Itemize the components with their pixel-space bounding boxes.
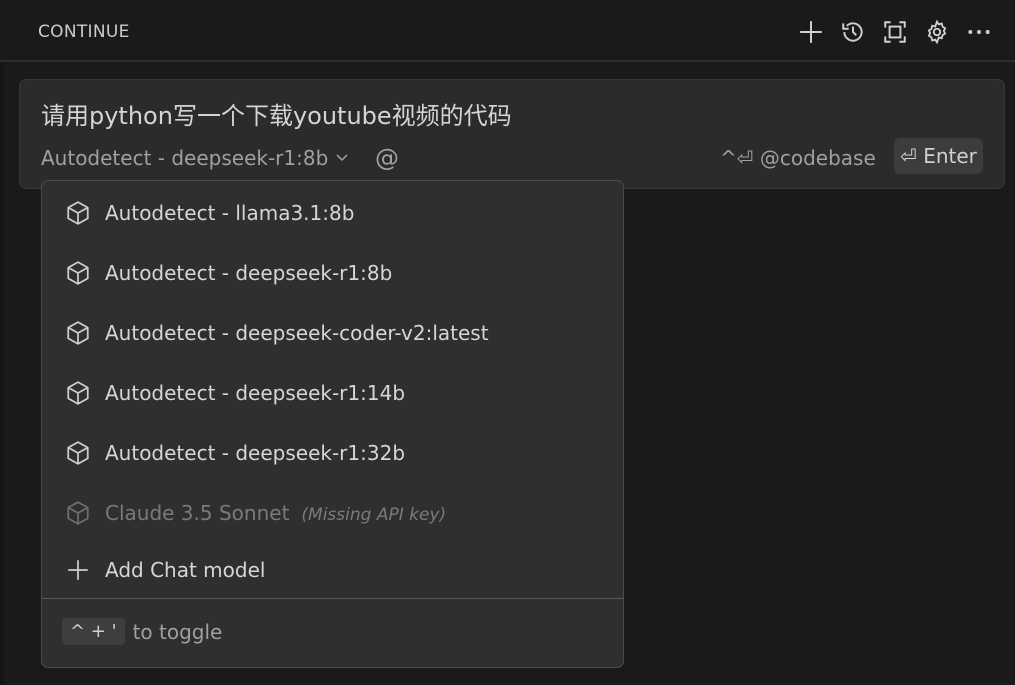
panel-title: CONTINUE	[38, 22, 130, 42]
model-option[interactable]: Autodetect - deepseek-r1:14b	[42, 363, 623, 423]
plus-icon	[64, 556, 92, 584]
plus-icon[interactable]	[797, 18, 825, 46]
add-chat-model-label: Add Chat model	[105, 558, 266, 582]
cube-icon	[64, 499, 92, 527]
at-mention-button[interactable]: @	[375, 144, 399, 172]
model-dropdown: Autodetect - llama3.1:8b Autodetect - de…	[41, 180, 624, 668]
more-icon[interactable]	[965, 18, 993, 46]
dropdown-footer: ^ + ' to toggle	[62, 618, 222, 645]
cube-icon	[64, 319, 92, 347]
model-option[interactable]: Autodetect - deepseek-r1:8b	[42, 243, 623, 303]
model-option[interactable]: Autodetect - llama3.1:8b	[42, 183, 623, 243]
cube-icon	[64, 379, 92, 407]
model-option-disabled[interactable]: Claude 3.5 Sonnet (Missing API key)	[42, 483, 623, 543]
left-edge	[0, 62, 4, 685]
model-option[interactable]: Autodetect - deepseek-coder-v2:latest	[42, 303, 623, 363]
dropdown-divider	[42, 598, 623, 599]
codebase-hint[interactable]: ^⏎ @codebase	[720, 146, 876, 170]
chevron-down-icon	[334, 146, 350, 170]
gear-icon[interactable]	[923, 18, 951, 46]
model-selector[interactable]: Autodetect - deepseek-r1:8b	[41, 146, 350, 170]
model-option-label: Autodetect - llama3.1:8b	[105, 201, 355, 225]
fullscreen-icon[interactable]	[881, 18, 909, 46]
model-option-name: Claude 3.5 Sonnet	[105, 501, 290, 525]
panel-header: CONTINUE	[0, 0, 1015, 62]
model-option-label: Autodetect - deepseek-r1:8b	[105, 261, 393, 285]
toggle-hint: to toggle	[132, 619, 223, 644]
model-option-label: Autodetect - deepseek-r1:14b	[105, 381, 406, 405]
model-option-label: Claude 3.5 Sonnet (Missing API key)	[105, 501, 446, 525]
model-option-label: Autodetect - deepseek-r1:32b	[105, 441, 406, 465]
chat-input-box[interactable]: 请用python写一个下载youtube视频的代码 Autodetect - d…	[19, 79, 1005, 189]
cube-icon	[64, 439, 92, 467]
cube-icon	[64, 259, 92, 287]
toggle-shortcut-keys: ^ + '	[62, 618, 125, 645]
prompt-text[interactable]: 请用python写一个下载youtube视频的代码	[41, 96, 512, 131]
header-actions	[797, 14, 993, 50]
add-chat-model-button[interactable]: Add Chat model	[42, 540, 623, 600]
model-option[interactable]: Autodetect - deepseek-r1:32b	[42, 423, 623, 483]
model-selector-label: Autodetect - deepseek-r1:8b	[41, 146, 329, 170]
enter-button[interactable]: ⏎ Enter	[894, 138, 983, 174]
model-option-label: Autodetect - deepseek-coder-v2:latest	[105, 321, 489, 345]
cube-icon	[64, 199, 92, 227]
missing-key-note: (Missing API key)	[301, 505, 447, 525]
history-icon[interactable]	[839, 18, 867, 46]
